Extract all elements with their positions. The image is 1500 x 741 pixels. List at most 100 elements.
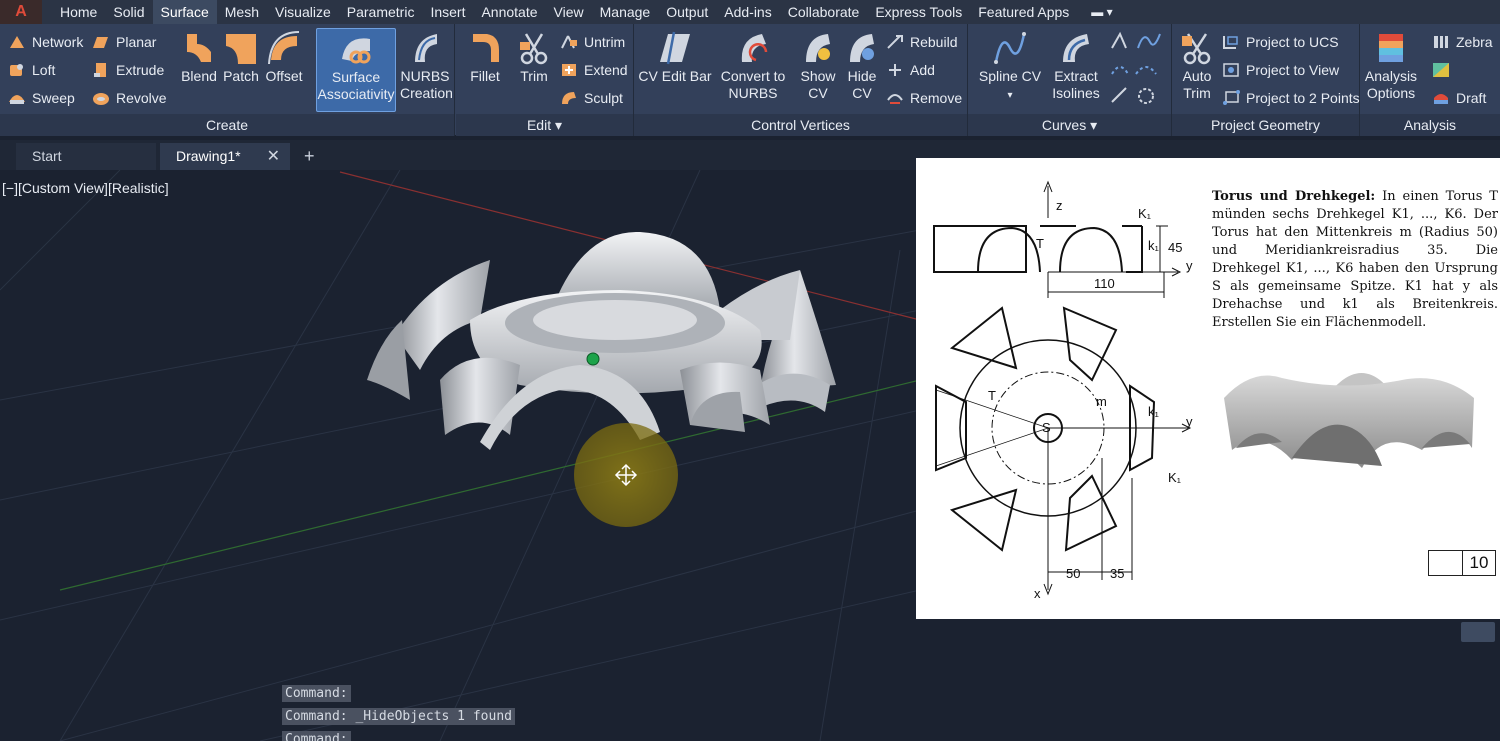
torus-t-label: T	[1036, 236, 1044, 251]
curvature-button[interactable]	[1432, 60, 1456, 80]
tab-parametric[interactable]: Parametric	[339, 0, 423, 24]
tab-manage[interactable]: Manage	[592, 0, 659, 24]
tab-view[interactable]: View	[546, 0, 592, 24]
tab-drawing1-label: Drawing1*	[176, 148, 241, 164]
patch-icon	[226, 34, 256, 64]
extend-icon	[562, 64, 576, 76]
untrim-button[interactable]: Untrim	[560, 32, 625, 52]
remove-cv-button[interactable]: Remove	[886, 88, 962, 108]
revolve-button[interactable]: Revolve	[92, 88, 167, 108]
new-tab-plus-icon[interactable]: +	[304, 143, 315, 170]
rebuild-button[interactable]: Rebuild	[886, 32, 957, 52]
viewport-controls[interactable]: [−][Custom View][Realistic]	[2, 180, 169, 196]
panel-control-vertices-title[interactable]: Control Vertices	[634, 114, 967, 136]
curve-tools-icon[interactable]	[1108, 30, 1164, 110]
untrim-label: Untrim	[584, 34, 626, 50]
tab-mesh[interactable]: Mesh	[217, 0, 267, 24]
close-icon[interactable]: ✕	[267, 143, 280, 170]
cv-edit-bar-button[interactable]: CV Edit Bar	[638, 30, 712, 85]
sculpt-button[interactable]: Sculpt	[560, 88, 623, 108]
project-to-ucs-icon	[1223, 36, 1238, 49]
blend-button[interactable]: Blend	[178, 30, 220, 85]
ground-grid	[0, 170, 921, 741]
panel-analysis-title[interactable]: Analysis	[1360, 114, 1500, 136]
add-label: Add	[910, 62, 935, 78]
panel-project-geometry: Auto Trim Project to UCS Project to View…	[1172, 24, 1360, 136]
nurbs-creation-button[interactable]: NURBS Creation	[400, 30, 453, 102]
fillet-button[interactable]: Fillet	[462, 30, 508, 85]
tab-annotate[interactable]: Annotate	[473, 0, 545, 24]
project-to-2-points-icon	[1223, 90, 1240, 105]
tab-express-tools[interactable]: Express Tools	[867, 0, 970, 24]
apex-s-label: S	[1042, 420, 1051, 435]
remove-label: Remove	[910, 90, 963, 106]
auto-trim-button[interactable]: Auto Trim	[1174, 30, 1220, 102]
panel-edit-title-label: Edit	[526, 117, 552, 133]
sweep-label: Sweep	[32, 90, 75, 106]
show-cv-button[interactable]: Show CV	[798, 30, 838, 102]
offset-button[interactable]: Offset	[262, 30, 306, 85]
network-button[interactable]: Network	[8, 32, 83, 52]
hide-cv-button[interactable]: Hide CV	[842, 30, 882, 102]
circle-m-label: m	[1096, 394, 1107, 409]
loft-button[interactable]: Loft	[8, 60, 55, 80]
panel-project-geometry-title[interactable]: Project Geometry	[1172, 114, 1359, 136]
panel-curves-title[interactable]: Curves ▾	[968, 114, 1171, 136]
panel-edit-title[interactable]: Edit ▾	[456, 114, 633, 136]
tab-home[interactable]: Home	[52, 0, 105, 24]
tab-insert[interactable]: Insert	[422, 0, 473, 24]
zebra-button[interactable]: Zebra	[1432, 32, 1493, 52]
app-logo-icon[interactable]: A	[0, 0, 42, 24]
offset-label: Offset	[265, 68, 303, 84]
analysis-options-label-2: Options	[1366, 85, 1416, 101]
project-to-ucs-button[interactable]: Project to UCS	[1222, 32, 1339, 52]
surface-model[interactable]	[367, 231, 836, 450]
navigation-bar-button[interactable]	[1461, 622, 1495, 642]
cone-k1-label: K₁	[1138, 206, 1152, 221]
planar-button[interactable]: Planar	[92, 32, 156, 52]
project-to-ucs-label: Project to UCS	[1246, 34, 1339, 50]
tab-featured-apps[interactable]: Featured Apps	[970, 0, 1077, 24]
dim-50-label: 50	[1066, 566, 1081, 581]
chevron-down-icon: ▾	[554, 117, 563, 133]
draft-button[interactable]: Draft	[1432, 88, 1486, 108]
convert-label-1: Convert to	[720, 68, 786, 84]
convert-label-2: NURBS	[728, 85, 778, 101]
patch-label: Patch	[223, 68, 259, 84]
tab-start[interactable]: Start	[16, 143, 156, 170]
nurbs-creation-icon	[415, 34, 437, 62]
tab-solid[interactable]: Solid	[105, 0, 152, 24]
tab-drawing1[interactable]: Drawing1* ✕	[160, 143, 290, 170]
project-to-view-icon	[1223, 63, 1239, 77]
axis-y-plan-label: y	[1186, 414, 1193, 429]
tab-surface[interactable]: Surface	[152, 0, 217, 24]
remove-cv-icon	[887, 94, 903, 104]
extrude-label: Extrude	[116, 62, 165, 78]
tab-add-ins[interactable]: Add-ins	[716, 0, 779, 24]
tab-collaborate[interactable]: Collaborate	[780, 0, 868, 24]
patch-button[interactable]: Patch	[220, 30, 262, 85]
ribbon-toggle-icon[interactable]: ▬ ▾	[1077, 5, 1112, 19]
tab-visualize[interactable]: Visualize	[267, 0, 339, 24]
analysis-options-button[interactable]: Analysis Options	[1362, 30, 1420, 102]
sweep-button[interactable]: Sweep	[8, 88, 75, 108]
extract-isolines-button[interactable]: Extract Isolines	[1050, 30, 1102, 102]
surface-associativity-button[interactable]: Surface Associativity	[316, 28, 396, 112]
extrude-button[interactable]: Extrude	[92, 60, 164, 80]
grip-point[interactable]	[586, 352, 600, 366]
panel-create-title[interactable]: Create	[0, 114, 454, 136]
tab-output[interactable]: Output	[658, 0, 716, 24]
axis-z-label: z	[1056, 198, 1063, 213]
rebuild-label: Rebuild	[910, 34, 958, 50]
project-to-2-points-button[interactable]: Project to 2 Points	[1222, 88, 1360, 108]
add-cv-button[interactable]: Add	[886, 60, 935, 80]
project-to-2-points-label: Project to 2 Points	[1246, 90, 1360, 106]
spline-cv-button[interactable]: Spline CV ▾	[974, 30, 1046, 104]
trim-button[interactable]: Trim	[512, 30, 556, 85]
analysis-options-icon	[1379, 34, 1403, 62]
project-to-view-button[interactable]: Project to View	[1222, 60, 1339, 80]
extend-button[interactable]: Extend	[560, 60, 628, 80]
convert-to-nurbs-button[interactable]: Convert to NURBS	[720, 30, 786, 102]
sculpt-label: Sculpt	[584, 90, 623, 106]
chevron-down-icon: ▾	[1090, 117, 1098, 133]
